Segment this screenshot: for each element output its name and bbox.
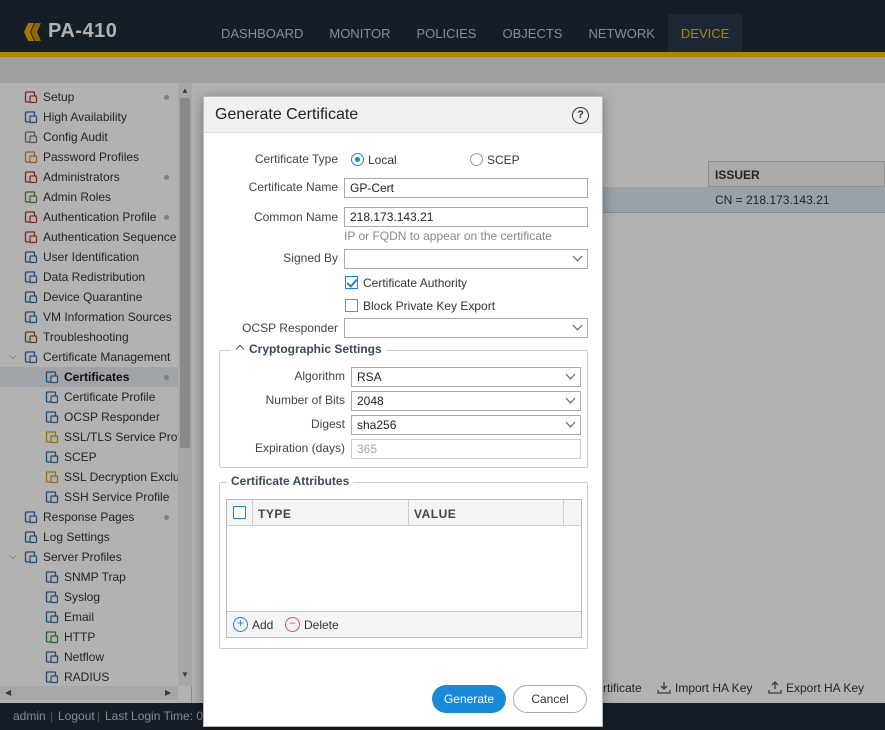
ocsp-responder-label: OCSP Responder bbox=[242, 321, 338, 335]
certificate-attributes-table: TYPE VALUE + Add − Delete bbox=[226, 499, 582, 638]
digest-value: sha256 bbox=[357, 418, 397, 432]
dialog-title: Generate Certificate bbox=[215, 106, 359, 123]
attributes-table-header: TYPE VALUE bbox=[227, 500, 581, 526]
common-name-label: Common Name bbox=[253, 210, 338, 224]
generate-certificate-dialog: Generate Certificate ? Certificate Type … bbox=[203, 96, 603, 727]
radio-scep-label[interactable]: SCEP bbox=[487, 153, 520, 167]
certificate-name-input[interactable]: GP-Cert bbox=[344, 178, 588, 198]
ocsp-responder-select[interactable] bbox=[344, 318, 588, 338]
add-button[interactable]: Add bbox=[252, 618, 273, 632]
generate-button[interactable]: Generate bbox=[432, 685, 506, 713]
cancel-button[interactable]: Cancel bbox=[513, 685, 587, 713]
type-column-header[interactable]: TYPE bbox=[258, 507, 291, 521]
algorithm-value: RSA bbox=[357, 370, 382, 384]
chevron-down-icon bbox=[565, 417, 576, 428]
certificate-type-label: Certificate Type bbox=[254, 152, 338, 166]
common-name-input[interactable]: 218.173.143.21 bbox=[344, 207, 588, 227]
common-name-hint: IP or FQDN to appear on the certificate bbox=[344, 229, 552, 243]
number-of-bits-value: 2048 bbox=[357, 394, 384, 408]
digest-select[interactable]: sha256 bbox=[351, 415, 581, 435]
certificate-attributes-legend: Certificate Attributes bbox=[227, 474, 354, 488]
delete-icon[interactable]: − bbox=[285, 617, 300, 632]
radio-local[interactable] bbox=[351, 153, 364, 166]
select-all-checkbox[interactable] bbox=[233, 506, 246, 519]
expiration-days-input[interactable]: 365 bbox=[351, 439, 581, 459]
dialog-header: Generate Certificate ? bbox=[204, 97, 602, 133]
collapse-caret-icon[interactable] bbox=[235, 344, 245, 354]
cryptographic-settings-legend[interactable]: Cryptographic Settings bbox=[231, 342, 386, 356]
add-icon[interactable]: + bbox=[233, 617, 248, 632]
chevron-down-icon bbox=[565, 393, 576, 404]
chevron-down-icon bbox=[572, 320, 583, 331]
number-of-bits-select[interactable]: 2048 bbox=[351, 391, 581, 411]
delete-button[interactable]: Delete bbox=[304, 618, 339, 632]
column-divider bbox=[408, 500, 409, 526]
block-private-key-label[interactable]: Block Private Key Export bbox=[363, 299, 495, 313]
column-divider bbox=[252, 500, 253, 526]
help-icon[interactable]: ? bbox=[572, 107, 589, 124]
signed-by-select[interactable] bbox=[344, 249, 588, 269]
algorithm-select[interactable]: RSA bbox=[351, 367, 581, 387]
certificate-name-label: Certificate Name bbox=[248, 180, 338, 194]
digest-label: Digest bbox=[310, 417, 345, 431]
chevron-down-icon bbox=[565, 369, 576, 380]
value-column-header[interactable]: VALUE bbox=[414, 507, 456, 521]
block-private-key-checkbox[interactable] bbox=[345, 299, 358, 312]
chevron-down-icon bbox=[572, 251, 583, 262]
algorithm-label: Algorithm bbox=[294, 369, 345, 383]
signed-by-label: Signed By bbox=[283, 251, 338, 265]
expiration-days-label: Expiration (days) bbox=[254, 441, 345, 455]
radio-local-label[interactable]: Local bbox=[368, 153, 397, 167]
cryptographic-settings-title: Cryptographic Settings bbox=[249, 342, 382, 356]
certificate-authority-label[interactable]: Certificate Authority bbox=[363, 276, 467, 290]
certificate-authority-checkbox[interactable] bbox=[345, 276, 358, 289]
radio-scep[interactable] bbox=[470, 153, 483, 166]
attributes-table-toolbar: + Add − Delete bbox=[227, 611, 581, 637]
column-divider bbox=[563, 500, 564, 526]
number-of-bits-label: Number of Bits bbox=[265, 393, 345, 407]
